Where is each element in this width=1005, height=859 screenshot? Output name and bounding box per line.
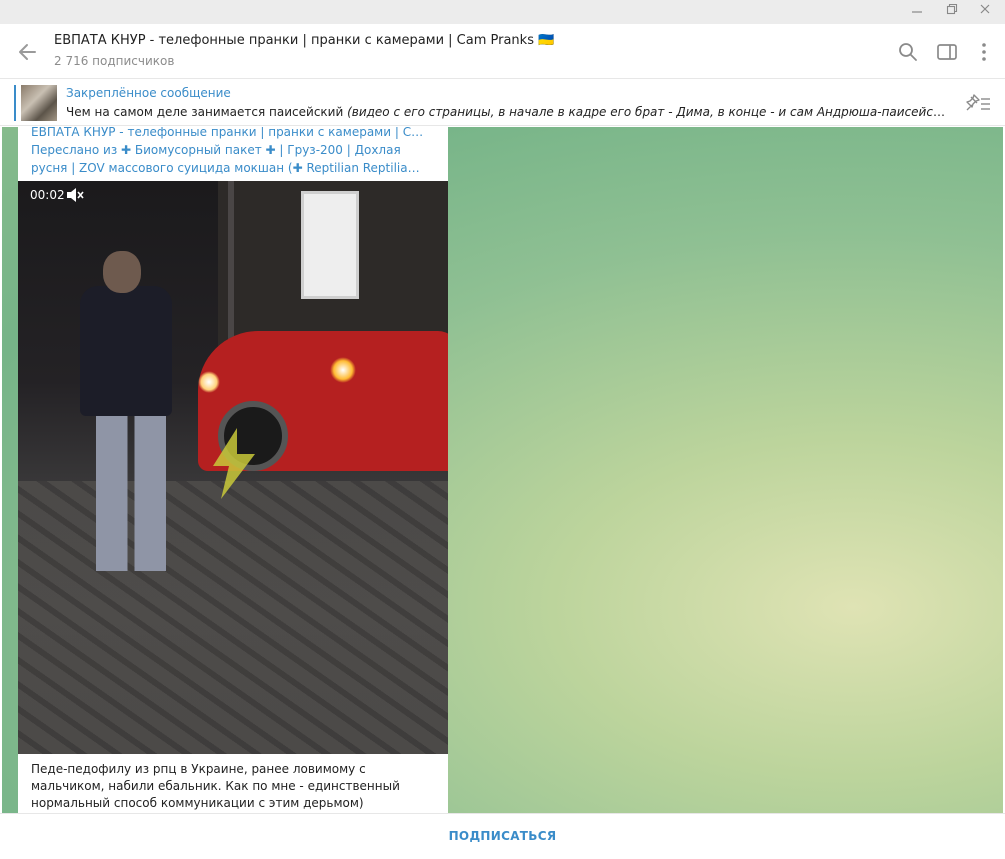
- subscriber-count: 2 716 подписчиков: [54, 54, 175, 68]
- video-scene-person-body: [80, 286, 172, 416]
- pinned-message-bar[interactable]: Закреплённое сообщение Чем на самом деле…: [0, 80, 1005, 126]
- message-caption: Педе-педофилу из рпц в Украине, ранее ло…: [31, 762, 400, 810]
- arrow-left-icon[interactable]: [14, 39, 42, 65]
- pinned-text: Чем на самом деле занимается паисейский …: [66, 105, 946, 119]
- minimize-icon[interactable]: [902, 2, 932, 22]
- search-icon[interactable]: [896, 40, 920, 64]
- video-scene-person-legs: [96, 411, 166, 571]
- video-scene-window: [301, 191, 359, 299]
- restore-icon[interactable]: [937, 2, 967, 22]
- forwarded-from-line2[interactable]: русня | ZOV массового суицида мокшан (✚ …: [31, 161, 435, 175]
- video-scene-headlight: [198, 371, 220, 393]
- message-bubble: ЕВПАТА КНУР - телефонные пранки | пранки…: [18, 127, 448, 813]
- pinned-label: Закреплённое сообщение: [66, 86, 231, 100]
- sidebar-toggle-icon[interactable]: [935, 40, 959, 64]
- pin-list-icon[interactable]: [964, 93, 992, 113]
- message-author[interactable]: ЕВПАТА КНУР - телефонные пранки | пранки…: [31, 127, 435, 139]
- video-player[interactable]: 00:02: [18, 181, 448, 754]
- forwarded-from-line1[interactable]: Переслано из ✚ Биомусорный пакет ✚ | Гру…: [31, 143, 435, 157]
- video-timer: 00:02: [30, 188, 65, 202]
- subscribe-button[interactable]: ПОДПИСАТЬСЯ: [0, 829, 1005, 843]
- window-titlebar: [0, 0, 1005, 24]
- video-scene-ground: [18, 481, 448, 754]
- chat-header: ЕВПАТА КНУР - телефонные пранки | пранки…: [0, 24, 1005, 79]
- close-icon[interactable]: [970, 2, 1000, 22]
- pinned-thumbnail: [21, 85, 57, 121]
- chat-footer: ПОДПИСАТЬСЯ: [0, 813, 1005, 859]
- channel-title[interactable]: ЕВПАТА КНУР - телефонные пранки | пранки…: [54, 33, 554, 48]
- chat-area: ЕВПАТА КНУР - телефонные пранки | пранки…: [2, 127, 1003, 813]
- muted-speaker-icon[interactable]: [66, 187, 84, 203]
- pinned-indicator: [14, 85, 16, 121]
- more-vertical-icon[interactable]: [972, 40, 996, 64]
- video-scene-headlight: [330, 357, 356, 383]
- video-scene-person-head: [103, 251, 141, 293]
- watermark-lightning-icon: [213, 428, 255, 499]
